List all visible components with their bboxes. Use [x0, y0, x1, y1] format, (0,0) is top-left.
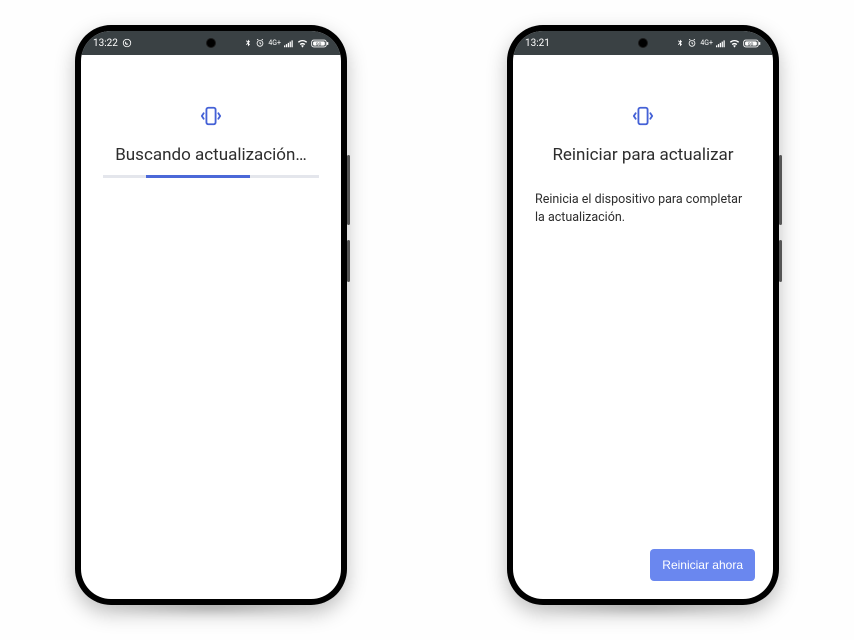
wifi-icon	[729, 39, 740, 48]
bluetooth-icon	[676, 38, 684, 48]
system-update-icon	[200, 105, 222, 131]
svg-text:90: 90	[316, 41, 322, 47]
wifi-icon	[297, 39, 308, 48]
alarm-icon	[255, 38, 265, 48]
volume-button	[347, 155, 350, 225]
system-update-icon	[632, 105, 654, 131]
status-bar: 13:22 4G+	[81, 31, 341, 55]
restart-now-button[interactable]: Reiniciar ahora	[650, 549, 755, 581]
screen-right: 13:21 4G+ 90	[513, 31, 773, 599]
whatsapp-icon	[122, 38, 132, 48]
volume-button	[779, 155, 782, 225]
power-button	[347, 240, 350, 282]
battery-icon: 90	[743, 39, 761, 48]
battery-icon: 90	[311, 39, 329, 48]
page-title: Reiniciar para actualizar	[535, 145, 751, 165]
status-time: 13:22	[93, 38, 118, 49]
svg-text:90: 90	[748, 41, 754, 47]
front-camera	[206, 38, 216, 48]
bluetooth-icon	[244, 38, 252, 48]
signal-icon	[284, 39, 294, 48]
page-title: Buscando actualización…	[103, 145, 319, 165]
signal-icon	[716, 39, 726, 48]
phone-mock-right: 13:21 4G+ 90	[507, 25, 779, 605]
screen-left: 13:22 4G+	[81, 31, 341, 599]
alarm-icon	[687, 38, 697, 48]
progress-bar	[103, 175, 319, 178]
status-time: 13:21	[525, 38, 550, 49]
phone-mock-left: 13:22 4G+	[75, 25, 347, 605]
status-bar: 13:21 4G+ 90	[513, 31, 773, 55]
screen-content: Buscando actualización…	[81, 55, 341, 599]
page-description: Reinicia el dispositivo para completar l…	[535, 191, 751, 227]
network-label: 4G+	[700, 39, 713, 47]
front-camera	[638, 38, 648, 48]
power-button	[779, 240, 782, 282]
screen-content: Reiniciar para actualizar Reinicia el di…	[513, 55, 773, 599]
network-label: 4G+	[268, 39, 281, 47]
